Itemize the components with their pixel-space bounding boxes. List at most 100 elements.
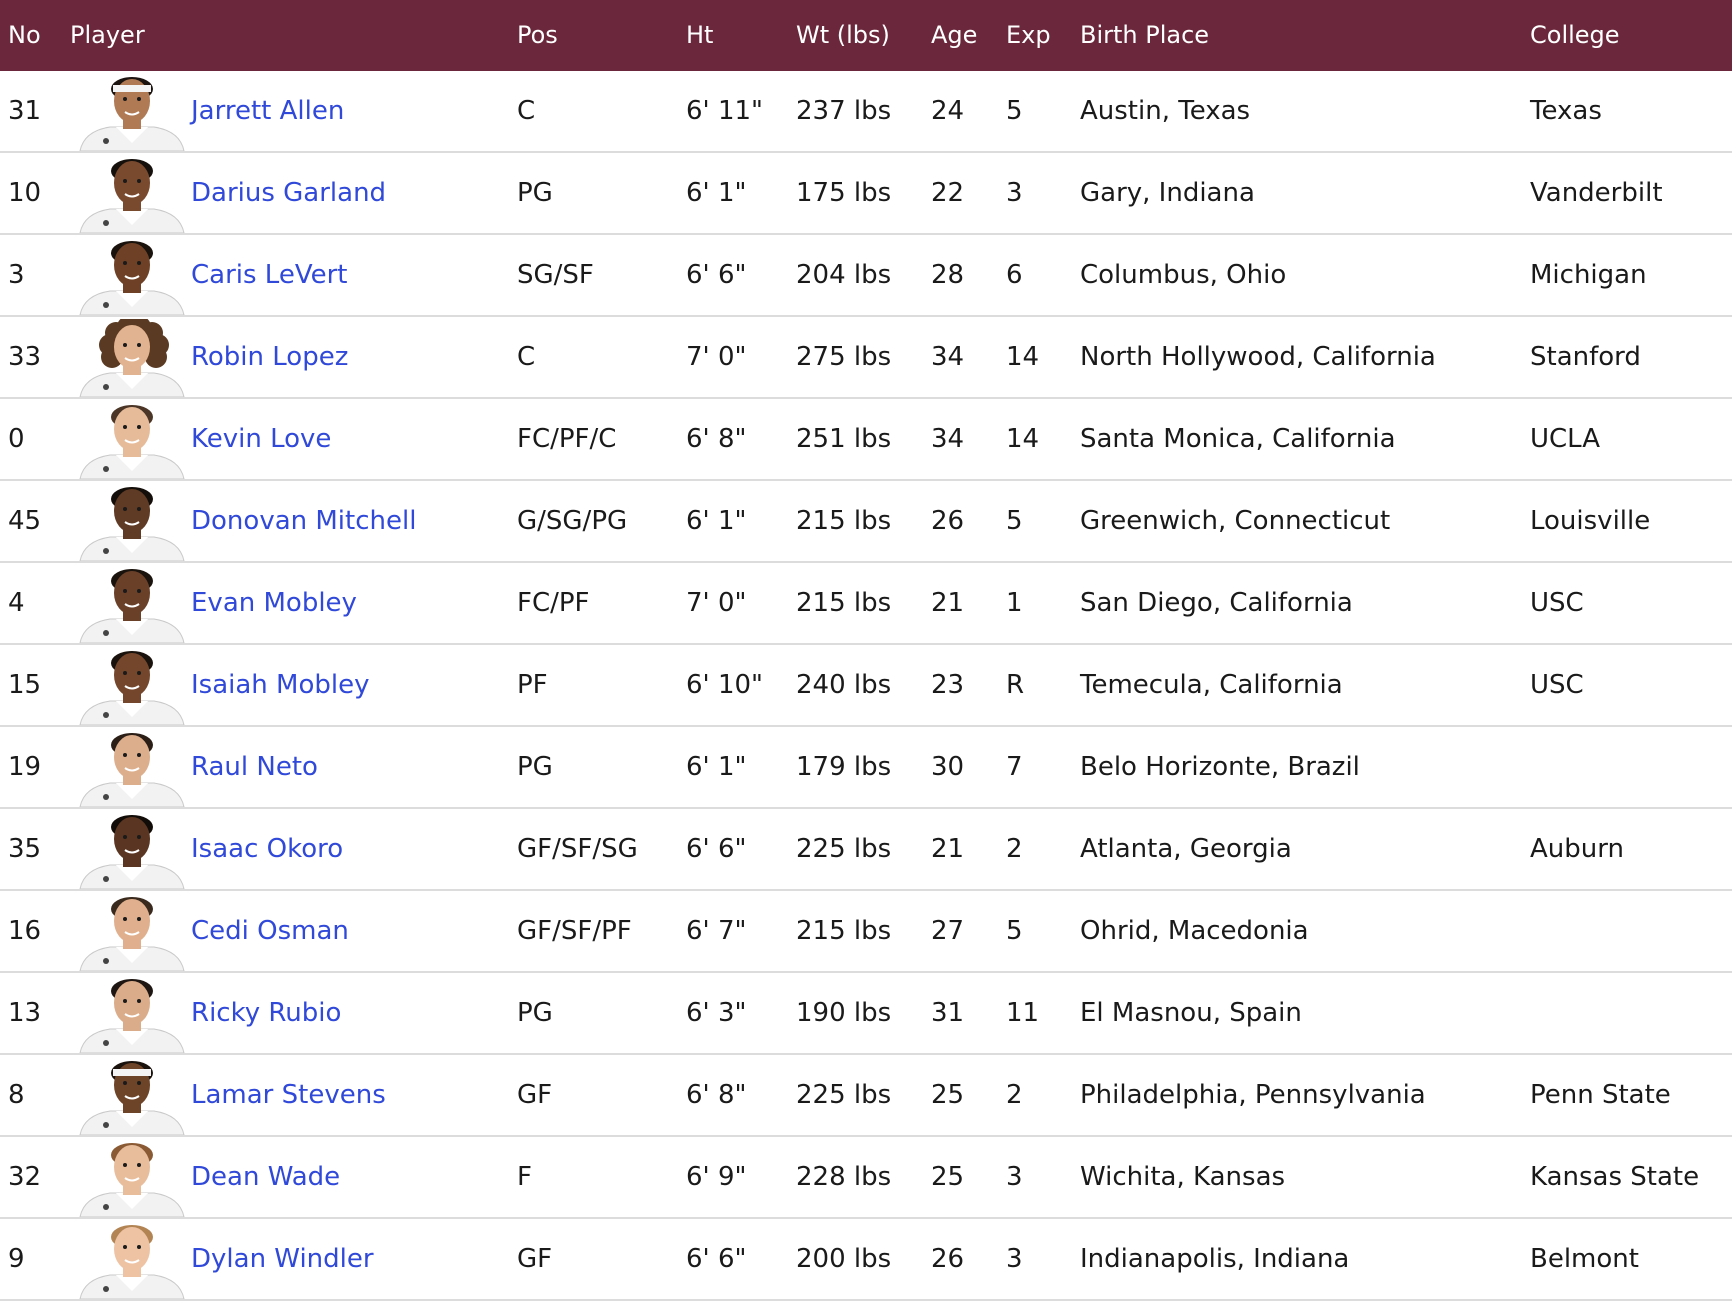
player-name-link[interactable]: Robin Lopez <box>191 317 348 397</box>
player-height: 6' 1" <box>686 506 747 536</box>
header-age[interactable]: Age <box>931 0 977 71</box>
player-weight: 175 lbs <box>796 178 892 208</box>
table-row: 31 Jarrett Allen C 6' 11" 237 lbs 24 5 Austin, … <box>0 71 1732 153</box>
player-headshot[interactable] <box>76 483 188 561</box>
player-age: 27 <box>931 916 965 946</box>
player-position: SG/SF <box>517 260 594 290</box>
player-age: 24 <box>931 96 965 126</box>
player-birth-place: North Hollywood, California <box>1080 342 1436 372</box>
player-position: GF/SF/SG <box>517 834 638 864</box>
player-headshot[interactable] <box>76 401 188 479</box>
player-number: 13 <box>8 998 42 1028</box>
player-height: 6' 1" <box>686 752 747 782</box>
player-number: 35 <box>8 834 42 864</box>
player-birth-place: Columbus, Ohio <box>1080 260 1287 290</box>
player-experience: 5 <box>1006 506 1023 536</box>
player-birth-place: San Diego, California <box>1080 588 1353 618</box>
player-birth-place: Indianapolis, Indiana <box>1080 1244 1350 1274</box>
header-pos[interactable]: Pos <box>517 0 558 71</box>
player-age: 31 <box>931 998 965 1028</box>
player-experience: 1 <box>1006 588 1023 618</box>
player-name-link[interactable]: Isaiah Mobley <box>191 645 370 725</box>
player-weight: 251 lbs <box>796 424 892 454</box>
player-number: 9 <box>8 1244 25 1274</box>
player-name-link[interactable]: Kevin Love <box>191 399 331 479</box>
player-height: 6' 6" <box>686 1244 747 1274</box>
player-college: Kansas State <box>1530 1162 1700 1192</box>
player-headshot[interactable] <box>76 73 188 151</box>
player-number: 8 <box>8 1080 25 1110</box>
player-position: FC/PF/C <box>517 424 617 454</box>
table-header: No Player Pos Ht Wt (lbs) Age Exp Birth … <box>0 0 1732 71</box>
player-height: 7' 0" <box>686 342 747 372</box>
header-player[interactable]: Player <box>70 0 145 71</box>
player-headshot[interactable] <box>76 237 188 315</box>
player-name-link[interactable]: Darius Garland <box>191 153 386 233</box>
player-headshot[interactable] <box>76 975 188 1053</box>
player-experience: 14 <box>1006 342 1040 372</box>
player-age: 34 <box>931 424 965 454</box>
player-height: 6' 8" <box>686 424 747 454</box>
player-number: 45 <box>8 506 42 536</box>
table-row: 9 Dylan Windler GF 6' 6" 200 lbs 26 3 Indianapo… <box>0 1219 1732 1301</box>
player-experience: 2 <box>1006 1080 1023 1110</box>
header-college[interactable]: College <box>1530 0 1620 71</box>
player-experience: 3 <box>1006 178 1023 208</box>
player-headshot[interactable] <box>76 729 188 807</box>
player-experience: 11 <box>1006 998 1040 1028</box>
player-number: 4 <box>8 588 25 618</box>
player-headshot[interactable] <box>76 893 188 971</box>
player-weight: 228 lbs <box>796 1162 892 1192</box>
table-row: 8 Lamar Stevens GF 6' 8" 225 lbs 25 2 Philadelp… <box>0 1055 1732 1137</box>
player-weight: 215 lbs <box>796 506 892 536</box>
player-age: 26 <box>931 506 965 536</box>
player-height: 6' 6" <box>686 834 747 864</box>
player-birth-place: Atlanta, Georgia <box>1080 834 1292 864</box>
player-experience: 7 <box>1006 752 1023 782</box>
player-weight: 215 lbs <box>796 916 892 946</box>
player-position: G/SG/PG <box>517 506 628 536</box>
player-name-link[interactable]: Lamar Stevens <box>191 1055 386 1135</box>
table-row: 33 Robin Lopez C 7' 0" 275 lbs 34 14 North Holl… <box>0 317 1732 399</box>
player-height: 6' 10" <box>686 670 763 700</box>
player-name-link[interactable]: Isaac Okoro <box>191 809 343 889</box>
player-birth-place: Santa Monica, California <box>1080 424 1396 454</box>
player-number: 16 <box>8 916 42 946</box>
player-name-link[interactable]: Raul Neto <box>191 727 318 807</box>
player-name-link[interactable]: Dylan Windler <box>191 1219 374 1299</box>
player-headshot[interactable] <box>76 811 188 889</box>
player-position: C <box>517 342 536 372</box>
player-name-link[interactable]: Cedi Osman <box>191 891 349 971</box>
player-birth-place: Belo Horizonte, Brazil <box>1080 752 1360 782</box>
player-college: Stanford <box>1530 342 1641 372</box>
header-birth-place[interactable]: Birth Place <box>1080 0 1209 71</box>
player-birth-place: Austin, Texas <box>1080 96 1251 126</box>
player-headshot[interactable] <box>76 155 188 233</box>
player-experience: 5 <box>1006 96 1023 126</box>
table-row: 35 Isaac Okoro GF/SF/SG 6' 6" 225 lbs 21 2 Atla… <box>0 809 1732 891</box>
player-headshot[interactable] <box>76 647 188 725</box>
header-ht[interactable]: Ht <box>686 0 713 71</box>
player-name-link[interactable]: Evan Mobley <box>191 563 357 643</box>
player-name-link[interactable]: Jarrett Allen <box>191 71 344 151</box>
header-wt[interactable]: Wt (lbs) <box>796 0 890 71</box>
player-headshot[interactable] <box>76 1139 188 1217</box>
player-height: 6' 1" <box>686 178 747 208</box>
player-name-link[interactable]: Ricky Rubio <box>191 973 341 1053</box>
header-no[interactable]: No <box>8 0 41 71</box>
player-headshot[interactable] <box>76 1221 188 1299</box>
player-name-link[interactable]: Caris LeVert <box>191 235 347 315</box>
roster-table: No Player Pos Ht Wt (lbs) Age Exp Birth … <box>0 0 1732 1301</box>
player-headshot[interactable] <box>76 1057 188 1135</box>
player-name-link[interactable]: Donovan Mitchell <box>191 481 416 561</box>
player-number: 15 <box>8 670 42 700</box>
player-age: 30 <box>931 752 965 782</box>
player-weight: 204 lbs <box>796 260 892 290</box>
player-headshot[interactable] <box>76 319 188 397</box>
player-name-link[interactable]: Dean Wade <box>191 1137 340 1217</box>
table-row: 4 Evan Mobley FC/PF 7' 0" 215 lbs 21 1 San Dieg… <box>0 563 1732 645</box>
player-age: 25 <box>931 1080 965 1110</box>
player-headshot[interactable] <box>76 565 188 643</box>
player-age: 25 <box>931 1162 965 1192</box>
header-exp[interactable]: Exp <box>1006 0 1051 71</box>
